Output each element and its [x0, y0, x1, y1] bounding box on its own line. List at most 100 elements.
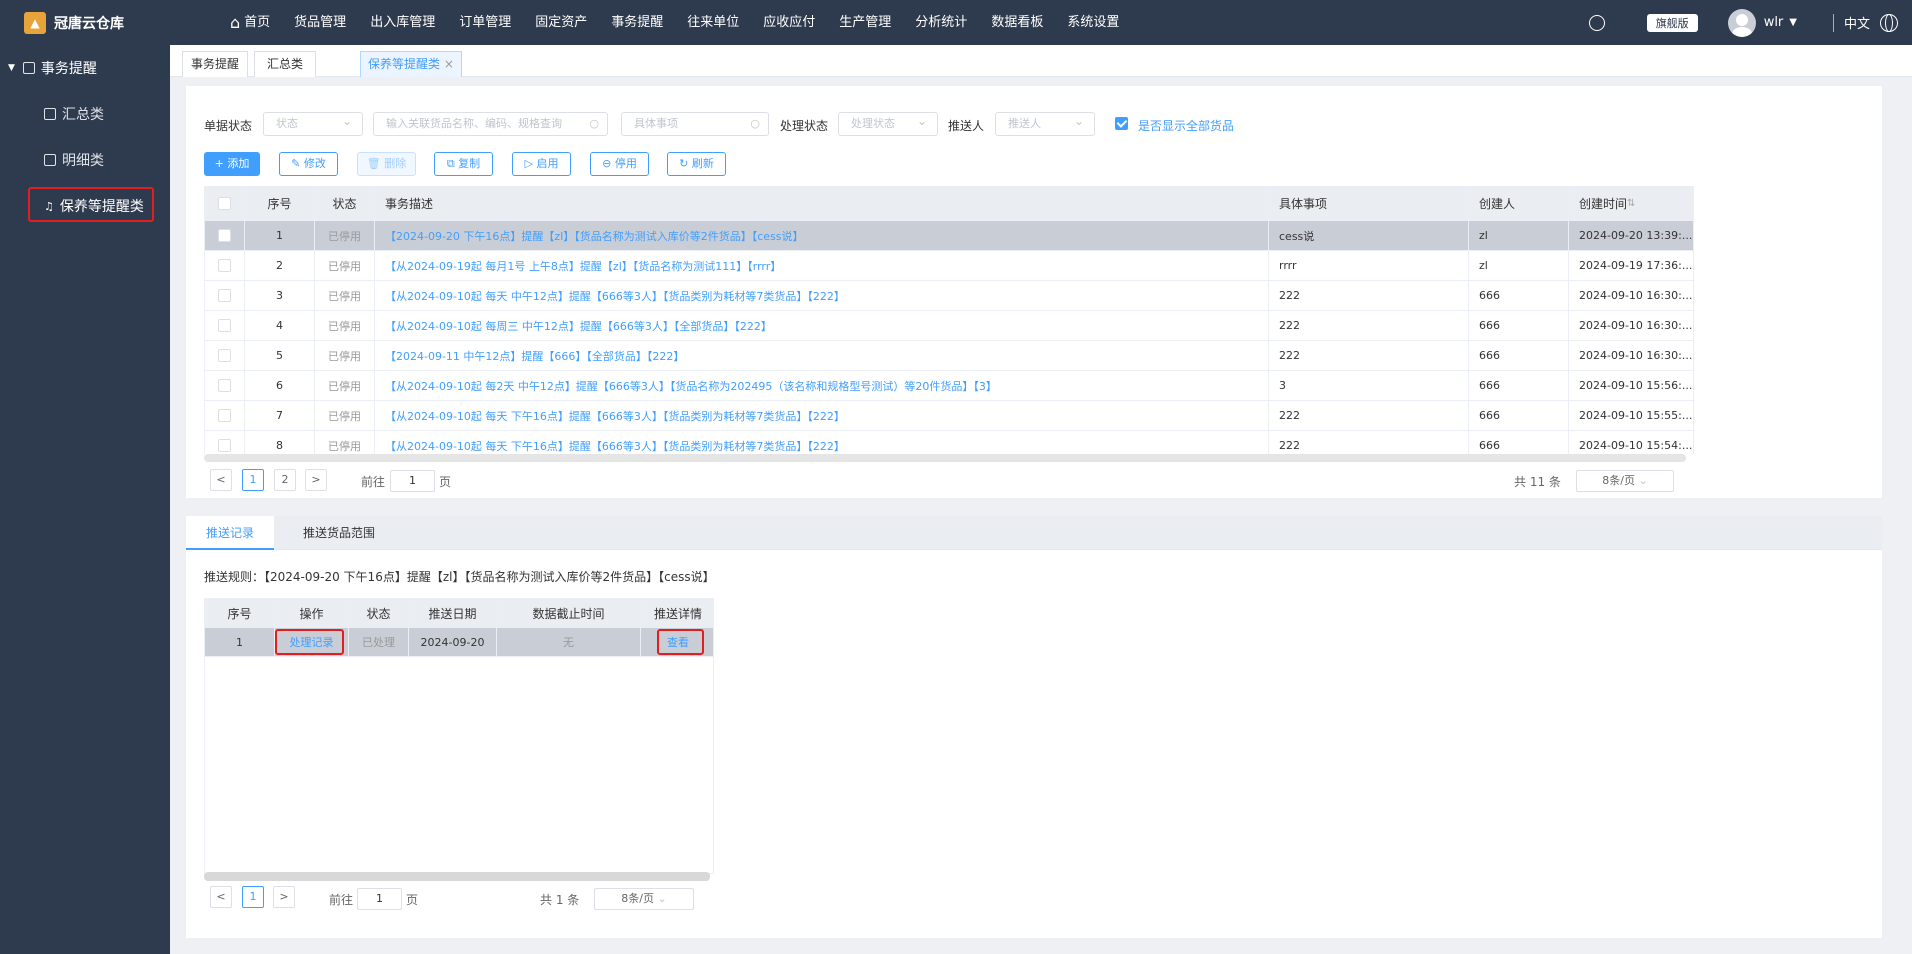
- highlight-box: [28, 187, 154, 222]
- user-name[interactable]: wlr: [1764, 15, 1784, 30]
- nav-label: 出入库管理: [370, 15, 436, 30]
- sidebar-item-detail[interactable]: 明细类: [0, 137, 170, 183]
- tab-summary[interactable]: 汇总类: [254, 51, 316, 77]
- delete-button[interactable]: 🗑 删除: [357, 152, 416, 176]
- refresh-button[interactable]: ↻ 刷新: [667, 152, 726, 176]
- tab-push-records[interactable]: 推送记录: [186, 516, 275, 550]
- cell-desc[interactable]: 【从2024-09-10起 每2天 中午12点】提醒【666等3人】【货品名称为…: [375, 371, 1269, 400]
- cell-desc[interactable]: 【从2024-09-19起 每月1号 上午8点】提醒【zl】【货品名称为测试11…: [375, 251, 1269, 280]
- edit-button[interactable]: ✎ 修改: [279, 152, 338, 176]
- tab-push-goods-range[interactable]: 推送货品范围: [283, 516, 395, 550]
- language-switch[interactable]: 中文: [1844, 13, 1870, 32]
- col-item: 具体事项: [1269, 186, 1469, 220]
- row-checkbox[interactable]: [218, 259, 231, 272]
- total-count: 共 1 条: [540, 893, 580, 907]
- nav-dashboard[interactable]: 数据看板: [979, 0, 1055, 45]
- row-checkbox[interactable]: [218, 409, 231, 422]
- table-row[interactable]: 1 已停用 【2024-09-20 下午16点】提醒【zl】【货品名称为测试入库价等…: [205, 221, 1693, 251]
- tab-reminders[interactable]: 事务提醒: [182, 51, 248, 77]
- nav-inout[interactable]: 出入库管理: [358, 0, 447, 45]
- nav-orders[interactable]: 订单管理: [447, 0, 523, 45]
- cell-desc[interactable]: 【从2024-09-10起 每天 中午12点】提醒【666等3人】【货品类别为耗…: [375, 281, 1269, 310]
- cell-desc[interactable]: 【2024-09-11 中午12点】提醒【666】【全部货品】【222】: [375, 341, 1269, 370]
- horizontal-scrollbar[interactable]: [204, 872, 710, 881]
- enable-button[interactable]: ▷ 启用: [512, 152, 571, 176]
- select-all-checkbox[interactable]: [218, 196, 231, 210]
- doc-status-select[interactable]: 状态: [263, 110, 363, 136]
- pusher-select[interactable]: 推送人: [995, 110, 1095, 136]
- row-checkbox[interactable]: [218, 229, 231, 242]
- tab-maintenance[interactable]: 保养等提醒类 ×: [360, 51, 462, 77]
- nav-analysis[interactable]: 分析统计: [903, 0, 979, 45]
- col-time[interactable]: 创建时间 ⇅: [1569, 186, 1693, 220]
- cell-status: 已处理: [349, 628, 409, 656]
- goods-search-input[interactable]: 输入关联货品名称、编码、规格查询: [373, 112, 608, 136]
- row-checkbox[interactable]: [218, 319, 231, 332]
- sidebar-item-label: 汇总类: [62, 107, 104, 123]
- prev-page-button[interactable]: <: [210, 469, 232, 491]
- page-size-select[interactable]: 8条/页 ⌄: [594, 888, 694, 910]
- nav-goods[interactable]: 货品管理: [282, 0, 358, 45]
- sort-icon[interactable]: ⇅: [1627, 198, 1635, 209]
- table-row[interactable]: 3 已停用 【从2024-09-10起 每天 中午12点】提醒【666等3人】【货品…: [205, 281, 1693, 311]
- table-row[interactable]: 4 已停用 【从2024-09-10起 每周三 中午12点】提醒【666等3人】【全…: [205, 311, 1693, 341]
- page-1-button[interactable]: 1: [242, 886, 264, 908]
- clock-icon[interactable]: [1588, 14, 1605, 31]
- cell-desc[interactable]: 【从2024-09-10起 每天 下午16点】提醒【666等3人】【货品类别为耗…: [375, 431, 1269, 454]
- goto-page-input[interactable]: 1: [357, 888, 402, 910]
- edition-badge[interactable]: 旗舰版: [1646, 13, 1698, 32]
- goto-page-input[interactable]: 1: [390, 470, 435, 492]
- cell-desc[interactable]: 【从2024-09-10起 每天 下午16点】提醒【666等3人】【货品类别为耗…: [375, 401, 1269, 430]
- nav-reminders[interactable]: 事务提醒: [599, 0, 675, 45]
- page-2-button[interactable]: 2: [274, 469, 296, 491]
- app-logo[interactable]: ▲ 冠唐云仓库: [0, 0, 170, 45]
- next-page-button[interactable]: >: [305, 469, 327, 491]
- cell-item: 222: [1269, 401, 1469, 430]
- table-row[interactable]: 6 已停用 【从2024-09-10起 每2天 中午12点】提醒【666等3人】【货…: [205, 371, 1693, 401]
- table-row[interactable]: 7 已停用 【从2024-09-10起 每天 下午16点】提醒【666等3人】【货品…: [205, 401, 1693, 431]
- disable-button[interactable]: ⊖ 停用: [590, 152, 649, 176]
- cell-desc[interactable]: 【从2024-09-10起 每周三 中午12点】提醒【666等3人】【全部货品】…: [375, 311, 1269, 340]
- copy-button[interactable]: ⧉ 复制: [434, 152, 493, 176]
- table-row[interactable]: 5 已停用 【2024-09-11 中午12点】提醒【666】【全部货品】【222】…: [205, 341, 1693, 371]
- horizontal-scrollbar[interactable]: [204, 454, 1686, 462]
- page-1-button[interactable]: 1: [242, 469, 264, 491]
- add-button[interactable]: + 添加: [204, 152, 260, 176]
- row-checkbox[interactable]: [218, 379, 231, 392]
- nav-receivables[interactable]: 应收应付: [751, 0, 827, 45]
- nav-partners[interactable]: 往来单位: [675, 0, 751, 45]
- main-nav: ⌂ 首页 货品管理 出入库管理 订单管理 固定资产 事务提醒 往来单位 应收应付 …: [218, 0, 1131, 45]
- show-all-label[interactable]: 是否显示全部货品: [1138, 117, 1234, 134]
- show-all-checkbox[interactable]: [1115, 117, 1128, 130]
- cell-creator: 666: [1469, 431, 1569, 454]
- nav-assets[interactable]: 固定资产: [523, 0, 599, 45]
- nav-home[interactable]: ⌂ 首页: [218, 0, 282, 45]
- prev-page-button[interactable]: <: [210, 886, 232, 908]
- col-status: 状态: [349, 599, 409, 627]
- caret-down-icon[interactable]: ▼: [1789, 17, 1797, 28]
- detail-icon: [44, 154, 56, 166]
- row-select-cell: [205, 401, 245, 430]
- app-name: 冠唐云仓库: [54, 15, 124, 32]
- sidebar-item-summary[interactable]: 汇总类: [0, 91, 170, 137]
- cell-creator: 666: [1469, 401, 1569, 430]
- globe-icon[interactable]: [1880, 13, 1898, 32]
- row-checkbox[interactable]: [218, 289, 231, 302]
- cell-desc[interactable]: 【2024-09-20 下午16点】提醒【zl】【货品名称为测试入库价等2件货品…: [375, 221, 1269, 250]
- page-unit-label: 页: [406, 893, 419, 907]
- close-icon[interactable]: ×: [444, 57, 454, 71]
- next-page-button[interactable]: >: [273, 886, 295, 908]
- sidebar-group-reminders[interactable]: ▼ 事务提醒: [0, 45, 170, 91]
- page-size-select[interactable]: 8条/页 ⌄: [1576, 470, 1674, 492]
- table-row[interactable]: 2 已停用 【从2024-09-19起 每月1号 上午8点】提醒【zl】【货品名称为…: [205, 251, 1693, 281]
- cell-no: 3: [245, 281, 315, 310]
- table-row[interactable]: 8 已停用 【从2024-09-10起 每天 下午16点】提醒【666等3人】【货品…: [205, 431, 1693, 454]
- row-checkbox[interactable]: [218, 439, 231, 452]
- avatar[interactable]: [1727, 8, 1756, 37]
- proc-status-select[interactable]: 处理状态: [838, 110, 938, 136]
- item-search-input[interactable]: 具体事项: [621, 112, 769, 136]
- nav-production[interactable]: 生产管理: [827, 0, 903, 45]
- total-count: 共 11 条: [1514, 475, 1561, 489]
- nav-settings[interactable]: 系统设置: [1055, 0, 1131, 45]
- row-checkbox[interactable]: [218, 349, 231, 362]
